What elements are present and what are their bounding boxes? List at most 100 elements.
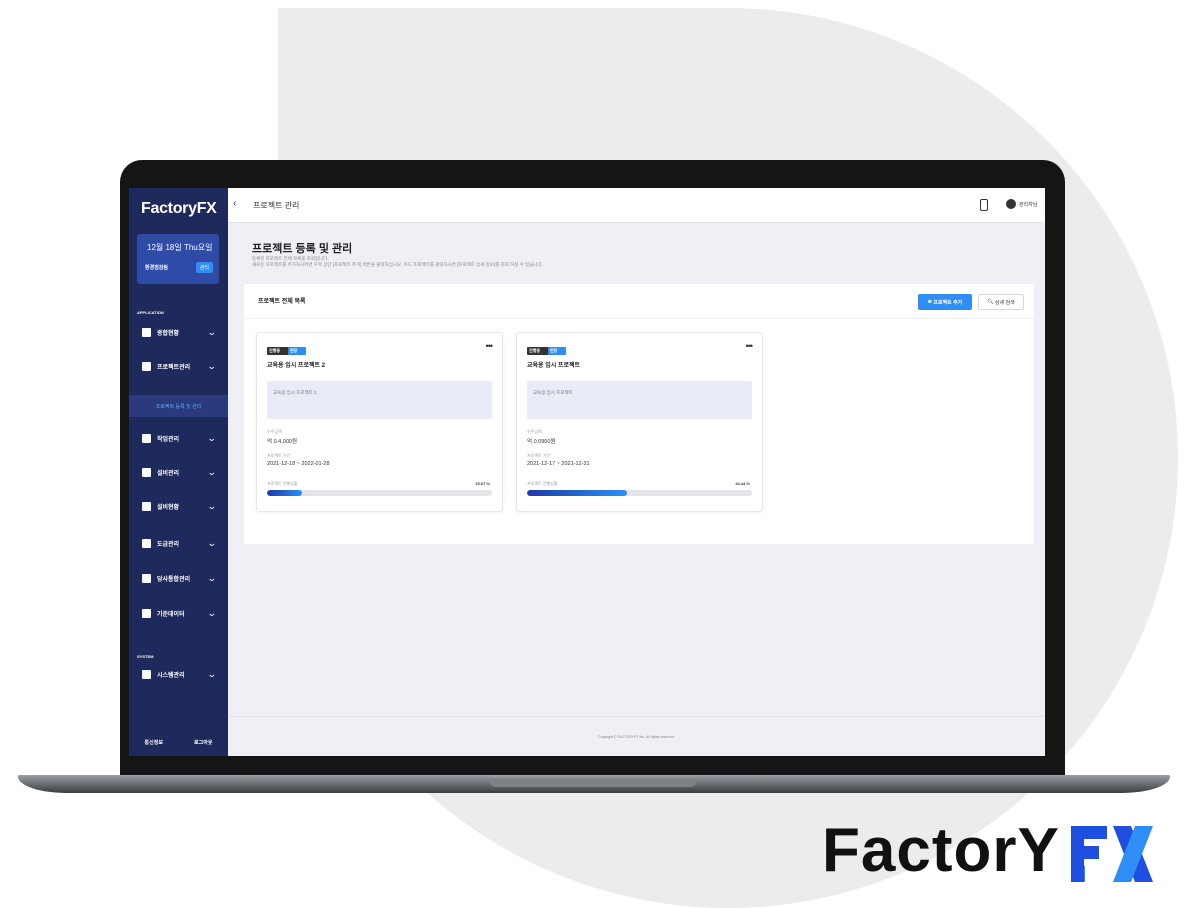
list-icon bbox=[142, 573, 151, 583]
user-avatar-icon[interactable] bbox=[1006, 199, 1016, 209]
sidebar-subitem-project-register[interactable]: 프로젝트 등록 및 관리 bbox=[129, 395, 228, 417]
topbar: ‹ 프로젝트 관리 관리자님 bbox=[228, 188, 1045, 223]
mobile-icon[interactable] bbox=[980, 199, 988, 211]
chevron-down-icon: ⌄ bbox=[207, 466, 218, 477]
page-title: 프로젝트 등록 및 관리 bbox=[252, 243, 353, 255]
amount-value: 억 0.4,000원 bbox=[267, 439, 297, 445]
laptop-screen: FactoryFX 12월 18일 Thu요일 환경점검팀 관리 APPLICA… bbox=[129, 188, 1045, 756]
type-badge: 현장 bbox=[288, 347, 306, 355]
sidebar-item-equipment[interactable]: 설비관리 ⌄ bbox=[129, 462, 228, 482]
info-link[interactable]: 통신정보 bbox=[145, 739, 163, 746]
logo-word: Factory bbox=[141, 200, 197, 217]
amount-value: 억 0.0900원 bbox=[527, 439, 556, 445]
page-description-line-2: 새로운 프로젝트를 추가하시려면 우측 상단 [프로젝트 추가] 버튼을 클릭하… bbox=[252, 262, 543, 267]
search-icon: 🔍︎ bbox=[987, 299, 995, 305]
chevron-down-icon: ⌄ bbox=[207, 432, 218, 443]
sidebar-item-label: 기준데이터 bbox=[157, 611, 185, 618]
topbar-user-name[interactable]: 관리자님 bbox=[1019, 201, 1037, 208]
project-memo-text: 교육용 임시 프로젝트 2 bbox=[273, 390, 317, 395]
period-value: 2021-12-18 ~ 2022-01-28 bbox=[267, 461, 330, 467]
chart-icon bbox=[142, 501, 151, 511]
sidebar-footer: 통신정보 로그아웃 bbox=[129, 739, 228, 746]
detail-search-label: 상세 검색 bbox=[994, 299, 1015, 306]
sidebar-item-projects[interactable]: 프로젝트관리 ⌄ bbox=[129, 356, 228, 376]
sidebar-item-integrated[interactable]: 당사통합관리 ⌄ bbox=[129, 568, 228, 588]
progress-percent: 15.67 % bbox=[475, 481, 490, 486]
more-icon[interactable]: ••• bbox=[746, 341, 754, 351]
chevron-down-icon: ⌄ bbox=[207, 360, 218, 371]
project-title: 교육용 임시 프로젝트 2 bbox=[267, 363, 326, 369]
sidebar-item-label: 작업관리 bbox=[157, 436, 180, 443]
logo-fx: FX bbox=[196, 200, 217, 217]
gear-icon bbox=[142, 608, 151, 618]
panel-divider bbox=[244, 318, 1034, 319]
chevron-down-icon: ⌄ bbox=[207, 668, 218, 679]
user-badge[interactable]: 관리 bbox=[195, 262, 213, 273]
panel-title: 프로젝트 전체 목록 bbox=[258, 299, 306, 305]
sidebar-item-reference-data[interactable]: 기준데이터 ⌄ bbox=[129, 603, 228, 623]
fx-f-mark bbox=[1071, 826, 1107, 882]
project-memo-text: 교육용 임시 프로젝트 bbox=[533, 390, 573, 395]
sidebar-item-label: 설비관리 bbox=[157, 470, 180, 477]
sidebar-item-label: 도급관리 bbox=[157, 541, 180, 548]
app-logo[interactable]: FactoryFX bbox=[141, 200, 217, 218]
back-chevron-icon[interactable]: ‹ bbox=[233, 198, 236, 209]
period-label: 프로젝트 기간 bbox=[527, 453, 551, 458]
progress-fill bbox=[527, 490, 627, 496]
user-info-box: 12월 18일 Thu요일 환경점검팀 관리 bbox=[137, 234, 219, 284]
project-card[interactable]: 진행중 현장 ••• 교육용 임시 프로젝트 교육용 임시 프로젝트 수주금액 … bbox=[516, 332, 763, 512]
status-badge: 진행중 bbox=[267, 347, 289, 355]
chevron-down-icon: ⌄ bbox=[207, 537, 218, 548]
user-icon bbox=[142, 669, 151, 679]
project-title: 교육용 임시 프로젝트 bbox=[527, 363, 581, 369]
sidebar-item-system[interactable]: 시스템관리 ⌄ bbox=[129, 664, 228, 684]
sidebar-item-dashboard[interactable]: 종합현황 ⌄ bbox=[129, 322, 228, 342]
progress-label: 프로젝트 진행상황 bbox=[267, 481, 298, 486]
progress-fill bbox=[267, 490, 303, 496]
sidebar-item-label: 시스템관리 bbox=[157, 672, 185, 679]
page-description: 등록된 프로젝트 전체 목록을 조회합니다. 새로운 프로젝트를 추가하시려면 … bbox=[252, 256, 543, 268]
project-list-panel: 프로젝트 전체 목록 ⊕ 프로젝트 추가 🔍︎ 상세 검색 진행중 현장 •••… bbox=[244, 284, 1034, 544]
type-badge: 현장 bbox=[548, 347, 566, 355]
brand-fx-logo bbox=[1071, 826, 1153, 882]
task-icon bbox=[142, 433, 151, 443]
detail-search-button[interactable]: 🔍︎ 상세 검색 bbox=[978, 294, 1024, 310]
brand-wordmark: FactorY bbox=[822, 816, 1060, 885]
home-icon bbox=[142, 538, 151, 548]
logout-link[interactable]: 로그아웃 bbox=[194, 739, 212, 746]
section-system: SYSTEM bbox=[137, 654, 154, 659]
sidebar-item-label: 프로젝트관리 bbox=[157, 364, 191, 371]
period-value: 2021-12-17 ~ 2021-12-31 bbox=[527, 461, 590, 467]
doc-icon bbox=[142, 327, 151, 337]
add-project-label: 프로젝트 추가 bbox=[933, 299, 963, 306]
progress-label: 프로젝트 진행상황 bbox=[527, 481, 558, 486]
tool-icon bbox=[142, 467, 151, 477]
folder-icon bbox=[142, 361, 151, 371]
chevron-down-icon: ⌄ bbox=[207, 326, 218, 337]
topbar-title: 프로젝트 관리 bbox=[253, 201, 300, 210]
chevron-down-icon: ⌄ bbox=[207, 607, 218, 618]
copyright-footer: Copyright © FACTORYFX Inc. All rights re… bbox=[228, 716, 1045, 756]
user-team: 환경점검팀 bbox=[145, 265, 169, 271]
sidebar-item-contracts[interactable]: 도급관리 ⌄ bbox=[129, 533, 228, 553]
project-card[interactable]: 진행중 현장 ••• 교육용 임시 프로젝트 2 교육용 임시 프로젝트 2 수… bbox=[256, 332, 503, 512]
period-label: 프로젝트 기간 bbox=[267, 453, 291, 458]
chevron-down-icon: ⌄ bbox=[207, 500, 218, 511]
add-project-button[interactable]: ⊕ 프로젝트 추가 bbox=[918, 294, 972, 310]
sidebar-item-label: 당사통합관리 bbox=[157, 576, 191, 583]
progress-percent: 44.44 % bbox=[735, 481, 750, 486]
fx-x-mark bbox=[1113, 826, 1153, 882]
more-icon[interactable]: ••• bbox=[486, 341, 494, 351]
progress-bar bbox=[527, 490, 752, 496]
sidebar-item-tasks[interactable]: 작업관리 ⌄ bbox=[129, 428, 228, 448]
progress-bar bbox=[267, 490, 492, 496]
project-memo: 교육용 임시 프로젝트 2 bbox=[267, 381, 492, 419]
project-memo: 교육용 임시 프로젝트 bbox=[527, 381, 752, 419]
sidebar-item-label: 설비현황 bbox=[157, 504, 180, 511]
sidebar-item-equipment-status[interactable]: 설비현황 ⌄ bbox=[129, 496, 228, 516]
sidebar: FactoryFX 12월 18일 Thu요일 환경점검팀 관리 APPLICA… bbox=[129, 188, 228, 756]
sidebar-item-label: 종합현황 bbox=[157, 330, 180, 337]
status-badge: 진행중 bbox=[527, 347, 549, 355]
user-date: 12월 18일 Thu요일 bbox=[147, 243, 213, 252]
section-application: APPLICATION bbox=[137, 310, 164, 315]
